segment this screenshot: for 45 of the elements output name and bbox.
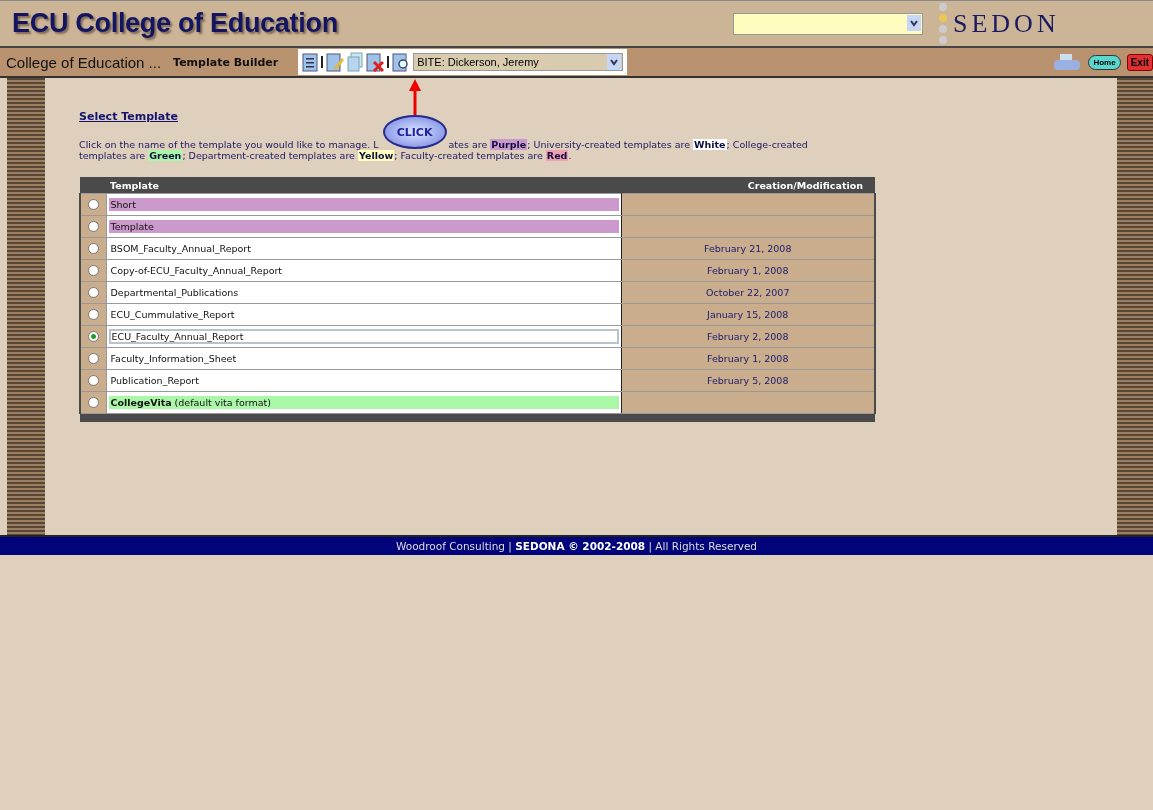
template-name[interactable]: CollegeVita (default vita format) <box>108 396 619 409</box>
dots-icon <box>937 1 949 46</box>
radio-button[interactable] <box>87 221 99 233</box>
radio-button[interactable] <box>87 353 99 365</box>
date-text: February 2, 2008 <box>707 331 789 342</box>
radio-button[interactable] <box>87 397 99 409</box>
date-text: October 22, 2007 <box>706 287 790 298</box>
logo-text: SEDON <box>953 8 1061 39</box>
exit-button[interactable]: Exit <box>1126 53 1153 71</box>
caret-icon <box>907 14 921 31</box>
column-header: Creation/Modification <box>621 177 875 194</box>
college-name: College of Education ... <box>6 53 162 71</box>
radio-button[interactable] <box>87 375 99 387</box>
clipboard-icon[interactable] <box>302 52 319 72</box>
dropdown[interactable] <box>733 12 923 35</box>
delete-icon[interactable] <box>366 52 385 72</box>
caret-icon <box>607 54 622 70</box>
radio-button[interactable] <box>87 331 99 343</box>
edit-icon[interactable] <box>326 52 345 72</box>
template-name[interactable]: ECU_Faculty_Annual_Report <box>108 329 619 344</box>
click-callout: CLICK <box>382 115 447 149</box>
site-title: ECU College of Education <box>12 8 338 39</box>
radio-button[interactable] <box>87 309 99 321</box>
template-name[interactable]: Template <box>108 220 619 233</box>
page-title: Template Builder <box>173 55 279 69</box>
copy-icon[interactable] <box>347 52 364 72</box>
radio-button[interactable] <box>87 199 99 211</box>
home-button[interactable]: Home <box>1088 54 1121 70</box>
date-text: February 1, 2008 <box>707 265 789 276</box>
instruction-text: templates are Green; Department-created templates are Yellow; Faculty-created templates are Red. <box>79 150 572 161</box>
date-text: January 15, 2008 <box>707 309 789 320</box>
radio-button[interactable] <box>87 265 99 277</box>
arrow-icon <box>408 79 421 115</box>
template-name[interactable]: Short <box>108 198 619 211</box>
footer-text: Woodroof Consulting | SEDONA © 2002-2008 | All Rights Reserved <box>395 540 758 552</box>
radio-button[interactable] <box>87 287 99 299</box>
search-icon[interactable] <box>392 52 411 72</box>
date-text: February 21, 2008 <box>704 243 792 254</box>
person-select[interactable]: BITE: Dickerson, Jeremy <box>413 53 624 71</box>
date-text: February 5, 2008 <box>707 375 789 386</box>
radio-button[interactable] <box>87 243 99 255</box>
instruction-text: Click on the name of the template you would like to manage. L <box>79 139 379 150</box>
instruction-text: ates are Purple; University-created templates are White; College-created <box>448 139 808 150</box>
column-header: Template <box>106 177 621 194</box>
date-text: February 1, 2008 <box>707 353 789 364</box>
